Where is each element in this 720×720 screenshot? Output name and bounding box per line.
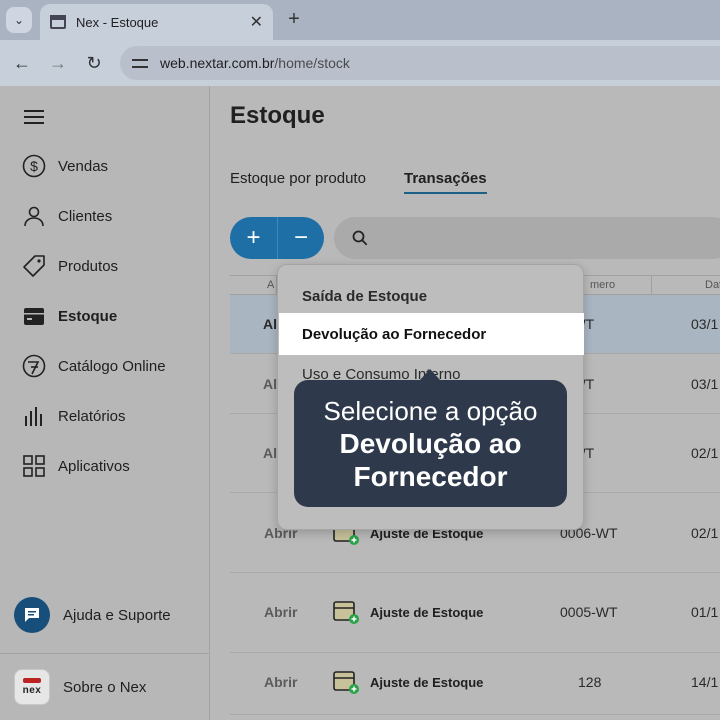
about-nex-button[interactable]: nex Sobre o Nex [14, 669, 146, 705]
nex-logo: nex [14, 669, 50, 705]
box-icon [20, 302, 48, 330]
row-date: 14/1 [691, 674, 719, 690]
tab-search-button[interactable]: ⌄ [6, 7, 32, 33]
help-support-button[interactable]: Ajuda e Suporte [14, 597, 171, 633]
sidebar-item-relatorios[interactable]: Relatórios [0, 396, 209, 436]
browser-tabstrip: ⌄ Nex - Estoque ✕ + [0, 0, 720, 40]
row-date: 03/1 [691, 376, 719, 392]
address-bar: ← → ↻ web.nextar.com.br/home/stock [0, 40, 720, 86]
forward-icon[interactable]: → [47, 52, 69, 74]
sidebar-item-label: Produtos [58, 257, 119, 275]
sidebar-item-produtos[interactable]: Produtos [0, 246, 209, 286]
stock-adjust-icon [333, 601, 359, 624]
sidebar-item-aplicativos[interactable]: Aplicativos [0, 446, 209, 486]
row-date: 01/1 [691, 604, 719, 620]
url-text: web.nextar.com.br/home/stock [160, 55, 350, 71]
tooltip-line3: Fornecedor [353, 461, 508, 492]
chat-icon [14, 597, 50, 633]
nex-logo-text: nex [22, 685, 42, 696]
option-devolucao-fornecedor[interactable]: Devolução ao Fornecedor [279, 313, 584, 355]
chevron-down-icon: ⌄ [13, 13, 25, 27]
row-date: 02/1 [691, 525, 719, 541]
search-input[interactable] [378, 229, 678, 247]
sidebar-item-catalogo[interactable]: Catálogo Online [0, 346, 209, 386]
row-date: 03/1 [691, 316, 719, 332]
row-open-link[interactable]: Abrir [264, 604, 297, 620]
reload-icon[interactable]: ↻ [83, 52, 105, 74]
tab-estoque-por-produto[interactable]: Estoque por produto [230, 170, 366, 187]
action-button-group: + − [230, 217, 324, 259]
help-label: Ajuda e Suporte [63, 606, 171, 624]
dropdown-header: Saída de Estoque [302, 288, 428, 305]
person-icon [20, 202, 48, 230]
column-header-number: mero [590, 279, 616, 291]
remove-button[interactable]: − [277, 217, 324, 259]
row-action[interactable]: Al [263, 316, 277, 332]
tooltip-line1: Selecione a opção [323, 396, 538, 426]
sidebar-item-label: Catálogo Online [58, 357, 166, 375]
row-open-link[interactable]: Abrir [264, 674, 297, 690]
page-title: Estoque [230, 102, 325, 129]
tooltip-line2: Devolução ao [339, 428, 522, 459]
sidebar: $ Vendas Clientes Produtos Estoque Catál… [0, 86, 210, 720]
row-type: Ajuste de Estoque [370, 675, 484, 690]
sidebar-item-label: Estoque [58, 307, 118, 325]
sidebar-item-clientes[interactable]: Clientes [0, 196, 209, 236]
row-number: 128 [578, 674, 602, 690]
sidebar-item-label: Clientes [58, 207, 113, 225]
add-button[interactable]: + [230, 217, 277, 259]
tag-icon [20, 252, 48, 280]
tab-transacoes[interactable]: Transações [404, 170, 487, 194]
browser-tab[interactable]: Nex - Estoque ✕ [40, 4, 273, 40]
sidebar-item-estoque[interactable]: Estoque [0, 296, 209, 336]
svg-text:$: $ [30, 158, 38, 174]
tab-close-icon[interactable]: ✕ [250, 12, 263, 32]
row-type: Ajuste de Estoque [370, 605, 484, 620]
sidebar-item-label: Relatórios [58, 407, 126, 425]
column-header-date: Dat [705, 279, 720, 291]
about-label: Sobre o Nex [63, 678, 147, 696]
table-row[interactable]: Abrir Ajuste de Estoque 128 14/1 [230, 654, 720, 715]
search-field[interactable] [334, 217, 720, 259]
url-field[interactable]: web.nextar.com.br/home/stock [120, 46, 720, 80]
tab-title: Nex - Estoque [76, 14, 159, 30]
row-date: 02/1 [691, 445, 719, 461]
sidebar-item-vendas[interactable]: $ Vendas [0, 146, 209, 186]
row-action[interactable]: Al [263, 376, 277, 392]
search-icon [352, 230, 368, 246]
stock-adjust-icon [333, 671, 359, 694]
sidebar-item-label: Aplicativos [58, 457, 130, 475]
bar-chart-icon [20, 402, 48, 430]
apps-grid-icon [20, 452, 48, 480]
back-icon[interactable]: ← [11, 52, 33, 74]
favicon-icon [50, 15, 66, 29]
row-number: 0005-WT [560, 604, 618, 620]
sidebar-divider [0, 653, 209, 654]
instruction-tooltip: Selecione a opção Devolução ao Fornecedo… [294, 369, 567, 507]
site-settings-icon[interactable] [132, 56, 148, 70]
sidebar-item-label: Vendas [58, 157, 109, 175]
url-path: /home/stock [274, 55, 350, 71]
row-action[interactable]: Al [263, 445, 277, 461]
catalog-icon [20, 352, 48, 380]
table-row[interactable]: Abrir Ajuste de Estoque 0005-WT 01/1 [230, 574, 720, 653]
url-host: web.nextar.com.br [160, 55, 275, 71]
dollar-icon: $ [20, 152, 48, 180]
column-header-action: A [267, 279, 275, 291]
hamburger-menu-icon[interactable] [24, 110, 44, 124]
new-tab-button[interactable]: + [283, 8, 305, 31]
